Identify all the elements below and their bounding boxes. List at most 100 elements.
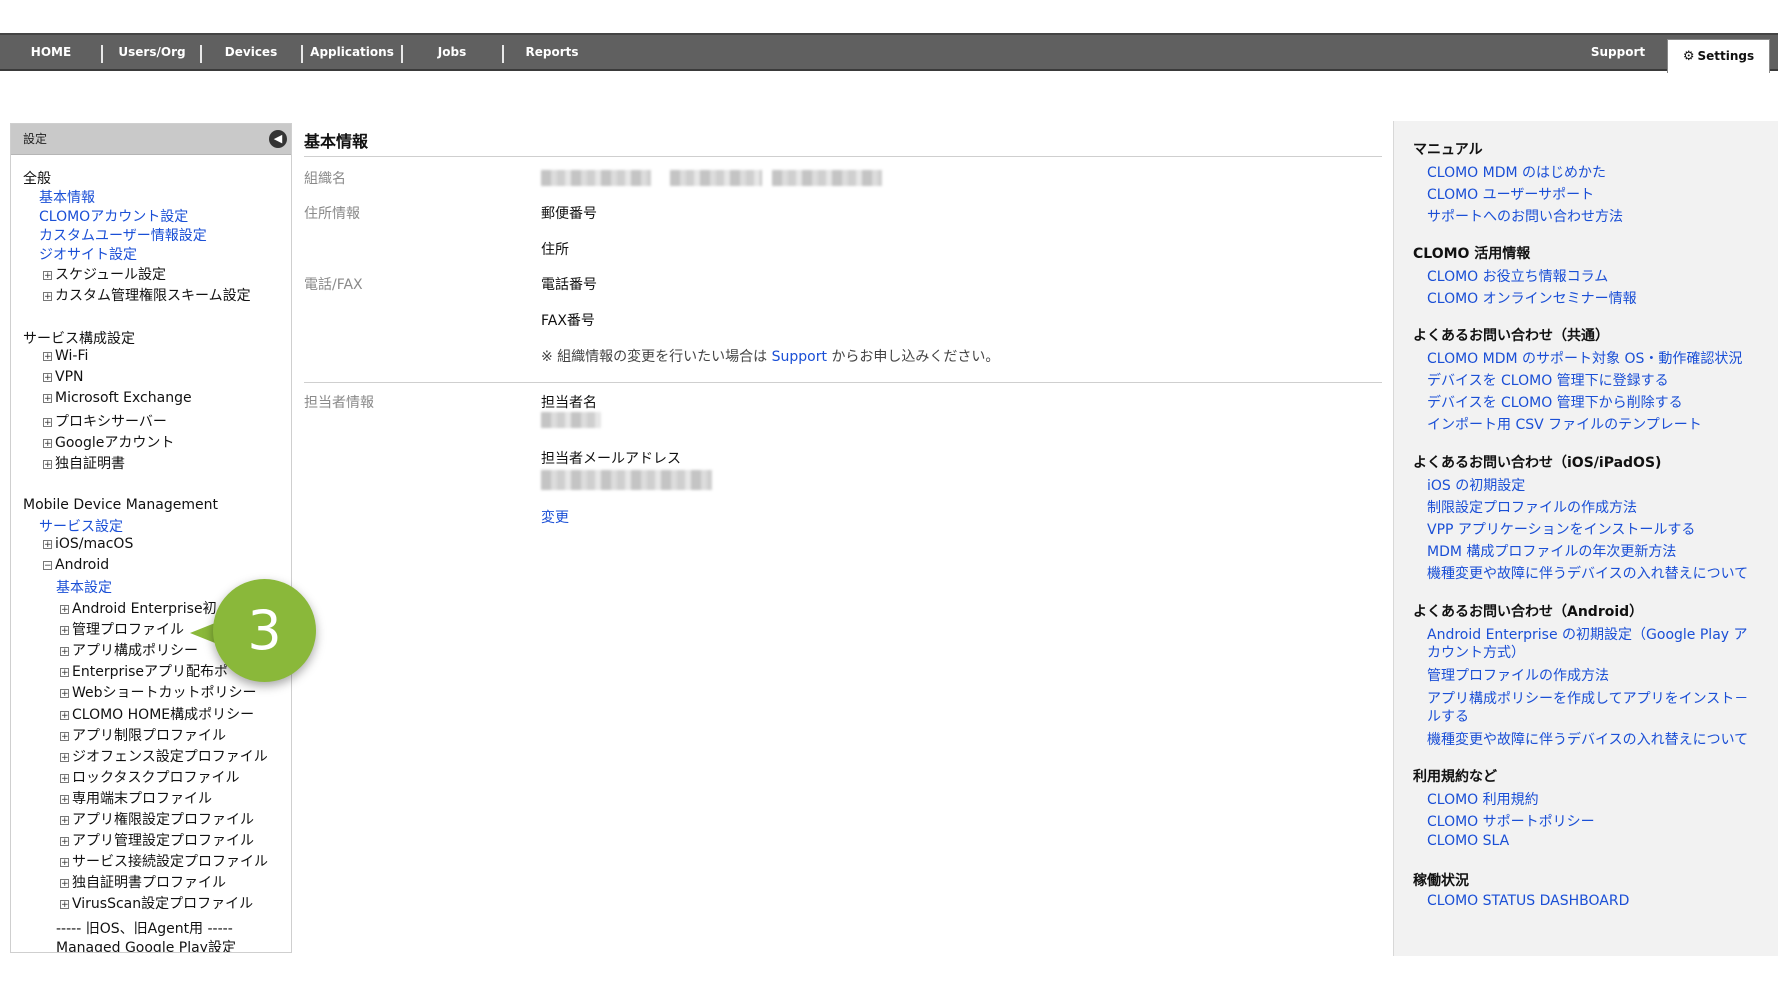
sidebar-item-virusscan-profile[interactable]: + VirusScan設定プロファイル bbox=[60, 893, 253, 913]
sidebar-item-certificate-profile[interactable]: + 独自証明書プロファイル bbox=[60, 872, 226, 892]
sidebar-item-dedicated-device-profile[interactable]: + 専用端末プロファイル bbox=[60, 788, 212, 808]
phone-field: 電話番号 bbox=[541, 277, 597, 293]
help-link[interactable]: カウント方式） bbox=[1427, 642, 1525, 662]
nav-support[interactable]: Support bbox=[1580, 35, 1656, 69]
help-section-heading: 利用規約など bbox=[1413, 769, 1497, 785]
sidebar-item-admin-scheme[interactable]: + カスタム管理権限スキーム設定 bbox=[43, 285, 251, 305]
sidebar-item-proxy[interactable]: + プロキシサーバー bbox=[43, 411, 167, 431]
sidebar-item-ios-macos[interactable]: + iOS/macOS bbox=[43, 536, 133, 552]
change-request-note: ※ 組織情報の変更を行いたい場合は Support からお申し込みください。 bbox=[541, 349, 1000, 365]
sidebar-item-app-config-policy[interactable]: + アプリ構成ポリシー bbox=[60, 640, 198, 660]
help-link[interactable]: CLOMO MDM のはじめかた bbox=[1427, 162, 1606, 182]
help-link[interactable]: 機種変更や故障に伴うデバイスの入れ替えについて bbox=[1427, 729, 1748, 749]
expand-icon: + bbox=[43, 394, 52, 404]
help-link[interactable]: デバイスを CLOMO 管理下から削除する bbox=[1427, 392, 1683, 412]
help-link[interactable]: 管理プロファイルの作成方法 bbox=[1427, 665, 1609, 685]
help-link[interactable]: CLOMO ユーザーサポート bbox=[1427, 184, 1594, 204]
sidebar-item-exchange[interactable]: + Microsoft Exchange bbox=[43, 390, 192, 406]
org-name-value-redacted bbox=[670, 170, 762, 186]
sidebar-link-clomo-account[interactable]: CLOMOアカウント設定 bbox=[39, 206, 188, 226]
sidebar-item-google-account[interactable]: + Googleアカウント bbox=[43, 432, 174, 452]
collapse-icon: − bbox=[43, 561, 52, 571]
help-link[interactable]: アプリ構成ポリシーを作成してアプリをインスト－ bbox=[1427, 688, 1748, 708]
contact-name-value-redacted bbox=[541, 412, 601, 428]
help-link[interactable]: CLOMO オンラインセミナー情報 bbox=[1427, 288, 1637, 308]
nav-settings-label: Settings bbox=[1697, 49, 1755, 63]
nav-settings-tab[interactable]: ⚙ Settings bbox=[1667, 39, 1770, 73]
sidebar-item-geofence-profile[interactable]: + ジオフェンス設定プロファイル bbox=[60, 746, 268, 766]
expand-icon: + bbox=[43, 352, 52, 362]
nav-jobs[interactable]: Jobs bbox=[413, 35, 491, 69]
sidebar-link-service-settings[interactable]: サービス設定 bbox=[39, 516, 123, 536]
divider bbox=[304, 382, 1382, 383]
sidebar-item-service-connection-profile[interactable]: + サービス接続設定プロファイル bbox=[60, 851, 268, 871]
help-link[interactable]: 機種変更や故障に伴うデバイスの入れ替えについて bbox=[1427, 563, 1748, 583]
expand-icon: + bbox=[60, 689, 69, 700]
help-link[interactable]: インポート用 CSV ファイルのテンプレート bbox=[1427, 414, 1702, 434]
help-link[interactable]: サポートへのお問い合わせ方法 bbox=[1427, 206, 1623, 226]
sidebar-item-enterprise-app-distribution[interactable]: + Enterpriseアプリ配布ポ bbox=[60, 661, 228, 681]
sidebar-link-custom-user-info[interactable]: カスタムユーザー情報設定 bbox=[39, 225, 207, 245]
help-link[interactable]: MDM 構成プロファイルの年次更新方法 bbox=[1427, 541, 1676, 561]
help-link[interactable]: CLOMO サポートポリシー bbox=[1427, 811, 1595, 831]
sidebar-item-managed-google-play[interactable]: Managed Google Play設定 bbox=[56, 937, 236, 952]
help-link[interactable]: Android Enterprise の初期設定（Google Play ア bbox=[1427, 624, 1748, 644]
help-section-heading: よくあるお問い合わせ（Android） bbox=[1413, 604, 1644, 620]
help-link[interactable]: 制限設定プロファイルの作成方法 bbox=[1427, 497, 1637, 517]
help-link[interactable]: CLOMO 利用規約 bbox=[1427, 789, 1539, 809]
help-section-heading: マニュアル bbox=[1413, 142, 1483, 158]
sidebar-link-android-basic[interactable]: 基本設定 bbox=[56, 577, 112, 597]
sidebar-heading-general: 全般 bbox=[23, 171, 51, 187]
help-link[interactable]: CLOMO STATUS DASHBOARD bbox=[1427, 893, 1629, 909]
sidebar-item-lock-task-profile[interactable]: + ロックタスクプロファイル bbox=[60, 767, 239, 787]
address-label: 住所情報 bbox=[304, 206, 360, 222]
expand-icon: + bbox=[43, 373, 52, 383]
sidebar-heading-service: サービス構成設定 bbox=[23, 331, 135, 347]
address-field: 住所 bbox=[541, 242, 569, 258]
help-section-heading: 稼働状況 bbox=[1413, 873, 1469, 889]
help-link[interactable]: CLOMO SLA bbox=[1427, 833, 1509, 849]
help-link[interactable]: CLOMO MDM のサポート対象 OS・動作確認状況 bbox=[1427, 348, 1742, 368]
sidebar-item-app-management-profile[interactable]: + アプリ管理設定プロファイル bbox=[60, 830, 254, 850]
nav-separator bbox=[301, 45, 303, 63]
help-link[interactable]: iOS の初期設定 bbox=[1427, 475, 1525, 495]
phone-fax-label: 電話/FAX bbox=[304, 277, 363, 293]
sidebar-item-app-restriction-profile[interactable]: + アプリ制限プロファイル bbox=[60, 725, 226, 745]
sidebar-item-managed-profile[interactable]: + 管理プロファイル bbox=[60, 619, 184, 639]
sidebar-heading-mdm: Mobile Device Management bbox=[23, 497, 218, 513]
nav-home[interactable]: HOME bbox=[18, 35, 84, 69]
nav-devices[interactable]: Devices bbox=[210, 35, 292, 69]
sidebar-item-vpn[interactable]: + VPN bbox=[43, 369, 84, 385]
expand-icon: + bbox=[60, 816, 69, 826]
sidebar-item-web-shortcut-policy[interactable]: + Webショートカットポリシー bbox=[60, 682, 257, 702]
sidebar-item-android-enterprise-init[interactable]: + Android Enterprise初 bbox=[60, 598, 217, 618]
expand-icon: + bbox=[60, 710, 69, 721]
sidebar-item-schedule[interactable]: + スケジュール設定 bbox=[43, 264, 166, 284]
expand-icon: + bbox=[60, 773, 69, 784]
top-nav-bar: HOME Users/Org Devices Applications Jobs… bbox=[0, 33, 1778, 73]
help-link[interactable]: VPP アプリケーションをインストールする bbox=[1427, 519, 1695, 539]
contact-label: 担当者情報 bbox=[304, 395, 374, 411]
help-link[interactable]: ルする bbox=[1427, 706, 1469, 726]
nav-reports[interactable]: Reports bbox=[510, 35, 594, 69]
sidebar-header: 設定 ◀ bbox=[11, 124, 291, 155]
expand-icon: + bbox=[60, 879, 69, 890]
collapse-sidebar-icon[interactable]: ◀ bbox=[269, 130, 287, 148]
sidebar-item-app-permission-profile[interactable]: + アプリ権限設定プロファイル bbox=[60, 809, 254, 829]
sidebar-item-android[interactable]: − Android bbox=[43, 557, 109, 573]
nav-users-org[interactable]: Users/Org bbox=[108, 35, 196, 69]
org-name-value-redacted bbox=[772, 170, 882, 186]
sidebar-link-basic-info[interactable]: 基本情報 bbox=[39, 187, 95, 207]
sidebar-item-certificate[interactable]: + 独自証明書 bbox=[43, 453, 125, 473]
support-link[interactable]: Support bbox=[772, 349, 827, 365]
expand-icon: + bbox=[60, 858, 69, 869]
sidebar-item-wifi[interactable]: + Wi-Fi bbox=[43, 348, 88, 364]
help-link[interactable]: デバイスを CLOMO 管理下に登録する bbox=[1427, 370, 1669, 390]
help-link[interactable]: CLOMO お役立ち情報コラム bbox=[1427, 266, 1608, 286]
expand-icon: + bbox=[43, 292, 52, 302]
nav-applications[interactable]: Applications bbox=[307, 35, 397, 69]
sidebar-item-clomo-home-config[interactable]: + CLOMO HOME構成ポリシー bbox=[60, 704, 254, 724]
sidebar-link-geosite[interactable]: ジオサイト設定 bbox=[39, 244, 137, 264]
expand-icon: + bbox=[60, 647, 69, 658]
change-link[interactable]: 変更 bbox=[541, 507, 569, 527]
